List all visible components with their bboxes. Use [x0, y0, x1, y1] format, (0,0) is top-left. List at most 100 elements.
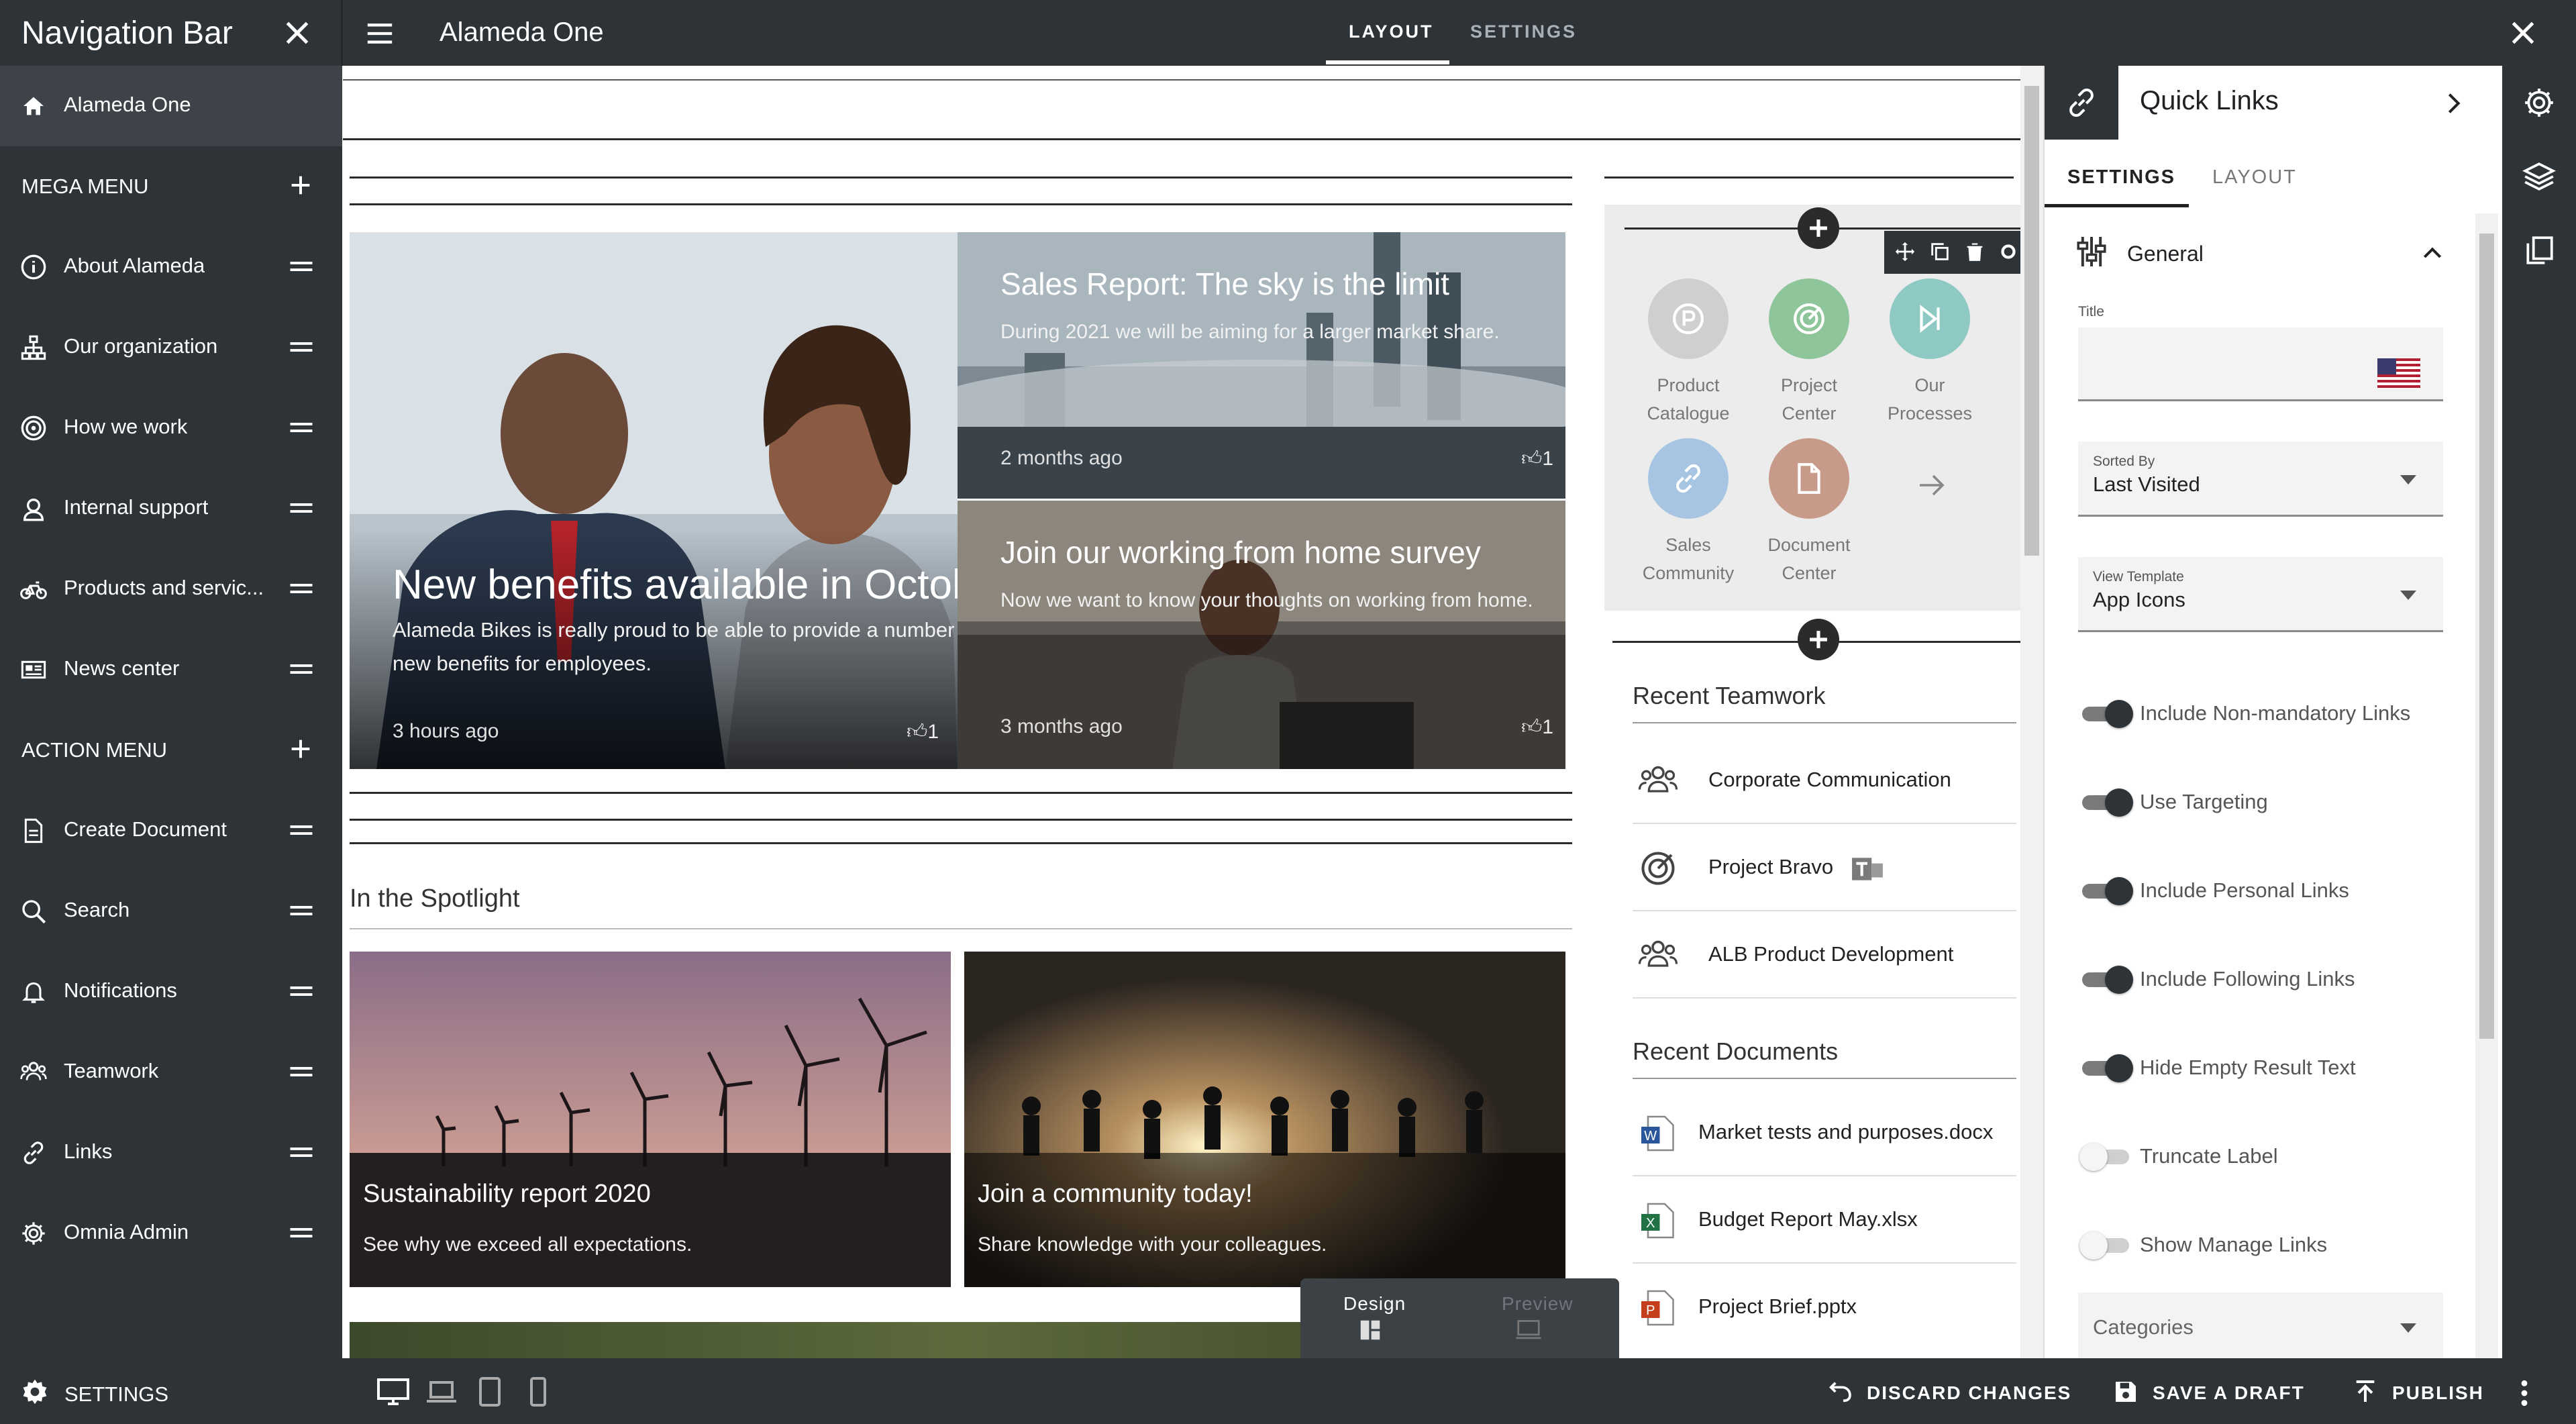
sidebar-item-omnia-admin[interactable]: Omnia Admin: [0, 1193, 342, 1274]
general-section-header[interactable]: General: [2077, 234, 2459, 274]
scrollbar-thumb[interactable]: [2024, 86, 2039, 556]
delete-icon[interactable]: [1963, 240, 1986, 263]
news-tile-survey[interactable]: Join our working from home survey Now we…: [958, 501, 1565, 769]
document-item[interactable]: P Project Brief.pptx: [1633, 1264, 2016, 1351]
sorted-by-select[interactable]: Sorted By Last Visited: [2078, 442, 2443, 517]
app-product-catalogue[interactable]: Product Catalogue: [1628, 278, 1749, 427]
spotlight-card-title[interactable]: Join a community today!: [978, 1180, 1253, 1209]
gear-icon[interactable]: [2522, 86, 2556, 119]
sidebar-item-about[interactable]: About Alameda: [0, 227, 342, 307]
gear-icon[interactable]: [1997, 240, 2020, 263]
teamwork-item[interactable]: Project Bravo: [1633, 824, 2016, 911]
tablet-view-icon[interactable]: [474, 1377, 506, 1407]
sidebar-item-links[interactable]: Links: [0, 1113, 342, 1193]
sidebar-item-organization[interactable]: Our organization: [0, 307, 342, 388]
view-template-select[interactable]: View Template App Icons: [2078, 557, 2443, 632]
document-item[interactable]: X Budget Report May.xlsx: [1633, 1176, 2016, 1264]
toggle-switch[interactable]: [2079, 1053, 2133, 1082]
close-icon[interactable]: [280, 16, 314, 50]
tab-layout[interactable]: LAYOUT: [1349, 21, 1434, 42]
sidebar-item-search[interactable]: Search: [0, 871, 342, 952]
like-count[interactable]: 👍︎1: [1521, 447, 1553, 471]
chevron-right-icon[interactable]: [2440, 90, 2467, 117]
discard-changes-button[interactable]: DISCARD CHANGES: [1826, 1378, 2070, 1408]
laptop-view-icon[interactable]: [425, 1377, 458, 1407]
layers-icon[interactable]: [2522, 160, 2556, 193]
like-count[interactable]: 👍︎1: [907, 720, 939, 744]
drag-handle-icon[interactable]: [289, 258, 314, 275]
move-icon[interactable]: [1894, 240, 1916, 263]
panel-tab-settings[interactable]: SETTINGS: [2067, 166, 2175, 189]
desktop-view-icon[interactable]: [377, 1377, 409, 1407]
more-vert-icon[interactable]: [2518, 1378, 2531, 1408]
drag-handle-icon[interactable]: [289, 660, 314, 678]
arrow-right-icon[interactable]: [1916, 469, 1948, 501]
news-title[interactable]: Join our working from home survey: [1000, 534, 1481, 570]
app-sales-community[interactable]: Sales Community: [1628, 438, 1749, 587]
drag-handle-icon[interactable]: [289, 499, 314, 517]
teamwork-item[interactable]: ALB Product Development: [1633, 911, 2016, 999]
settings-button[interactable]: SETTINGS: [20, 1377, 248, 1407]
sidebar-item-news-center[interactable]: News center: [0, 629, 342, 710]
design-preview-toggle[interactable]: Design Preview: [1300, 1278, 1619, 1359]
drag-handle-icon[interactable]: [289, 821, 314, 839]
toggle-switch[interactable]: [2079, 1141, 2133, 1171]
design-mode-label[interactable]: Design: [1343, 1293, 1406, 1315]
panel-scrollbar[interactable]: [2475, 213, 2498, 1358]
drag-handle-icon[interactable]: [289, 1063, 314, 1080]
close-editor-icon[interactable]: [2506, 16, 2540, 50]
toggle-switch[interactable]: [2079, 876, 2133, 905]
drag-handle-icon[interactable]: [289, 338, 314, 356]
toggle-switch[interactable]: [2079, 1230, 2133, 1260]
app-project-center[interactable]: Project Center: [1749, 278, 1869, 427]
toggle-switch[interactable]: [2079, 787, 2133, 817]
title-field[interactable]: [2078, 327, 2443, 401]
toggle-switch[interactable]: [2079, 964, 2133, 994]
drag-handle-icon[interactable]: [289, 580, 314, 597]
app-document-center[interactable]: Document Center: [1749, 438, 1869, 587]
document-item[interactable]: W Market tests and purposes.docx: [1633, 1089, 2016, 1176]
hamburger-menu-icon[interactable]: [365, 20, 395, 47]
copy-icon[interactable]: [1928, 240, 1951, 263]
us-flag-icon[interactable]: [2377, 358, 2420, 388]
like-count[interactable]: 👍︎1: [1521, 715, 1553, 740]
sidebar-item-how-we-work[interactable]: How we work: [0, 388, 342, 468]
mobile-view-icon[interactable]: [522, 1377, 554, 1407]
app-icon-circle: [1648, 278, 1729, 359]
drag-handle-icon[interactable]: [289, 1143, 314, 1161]
drag-handle-icon[interactable]: [289, 982, 314, 1000]
spotlight-card-title[interactable]: Sustainability report 2020: [363, 1180, 651, 1209]
add-icon[interactable]: [287, 735, 314, 762]
publish-button[interactable]: PUBLISH: [2352, 1378, 2486, 1408]
news-tile-sales[interactable]: Sales Report: The sky is the limit Durin…: [958, 232, 1565, 499]
sidebar-item-products[interactable]: Products and servic...: [0, 549, 342, 629]
toggle-switch[interactable]: [2079, 699, 2133, 728]
save-draft-button[interactable]: SAVE A DRAFT: [2112, 1378, 2307, 1408]
canvas-scrollbar[interactable]: [2020, 66, 2043, 1358]
spotlight-card-sustainability[interactable]: Sustainability report 2020 See why we ex…: [350, 952, 951, 1287]
sidebar-item-internal-support[interactable]: Internal support: [0, 468, 342, 549]
app-our-processes[interactable]: Our Processes: [1869, 278, 1990, 427]
add-section-button[interactable]: [1798, 207, 1839, 249]
scrollbar-thumb[interactable]: [2479, 234, 2494, 1039]
add-section-button[interactable]: [1798, 619, 1839, 660]
news-tile-large[interactable]: New benefits available in October Alamed…: [350, 232, 958, 769]
news-title[interactable]: New benefits available in October: [393, 561, 958, 609]
drag-handle-icon[interactable]: [289, 1224, 314, 1241]
add-icon[interactable]: [287, 172, 314, 199]
news-title[interactable]: Sales Report: The sky is the limit: [1000, 266, 1449, 302]
categories-select[interactable]: Categories: [2078, 1292, 2443, 1358]
panel-tab-layout[interactable]: LAYOUT: [2212, 166, 2297, 189]
tab-settings[interactable]: SETTINGS: [1470, 21, 1577, 42]
chevron-up-icon[interactable]: [2419, 240, 2446, 267]
sidebar-item-create-document[interactable]: Create Document: [0, 791, 342, 871]
sidebar-item-home[interactable]: Alameda One: [0, 66, 342, 146]
sidebar-item-teamwork[interactable]: Teamwork: [0, 1032, 342, 1113]
copy-pages-icon[interactable]: [2522, 234, 2556, 267]
drag-handle-icon[interactable]: [289, 902, 314, 919]
spotlight-card-community[interactable]: Join a community today! Share knowledge …: [964, 952, 1565, 1287]
drag-handle-icon[interactable]: [289, 419, 314, 436]
sidebar-item-notifications[interactable]: Notifications: [0, 952, 342, 1032]
teamwork-item[interactable]: Corporate Communication: [1633, 737, 2016, 824]
preview-mode-label[interactable]: Preview: [1502, 1293, 1574, 1315]
